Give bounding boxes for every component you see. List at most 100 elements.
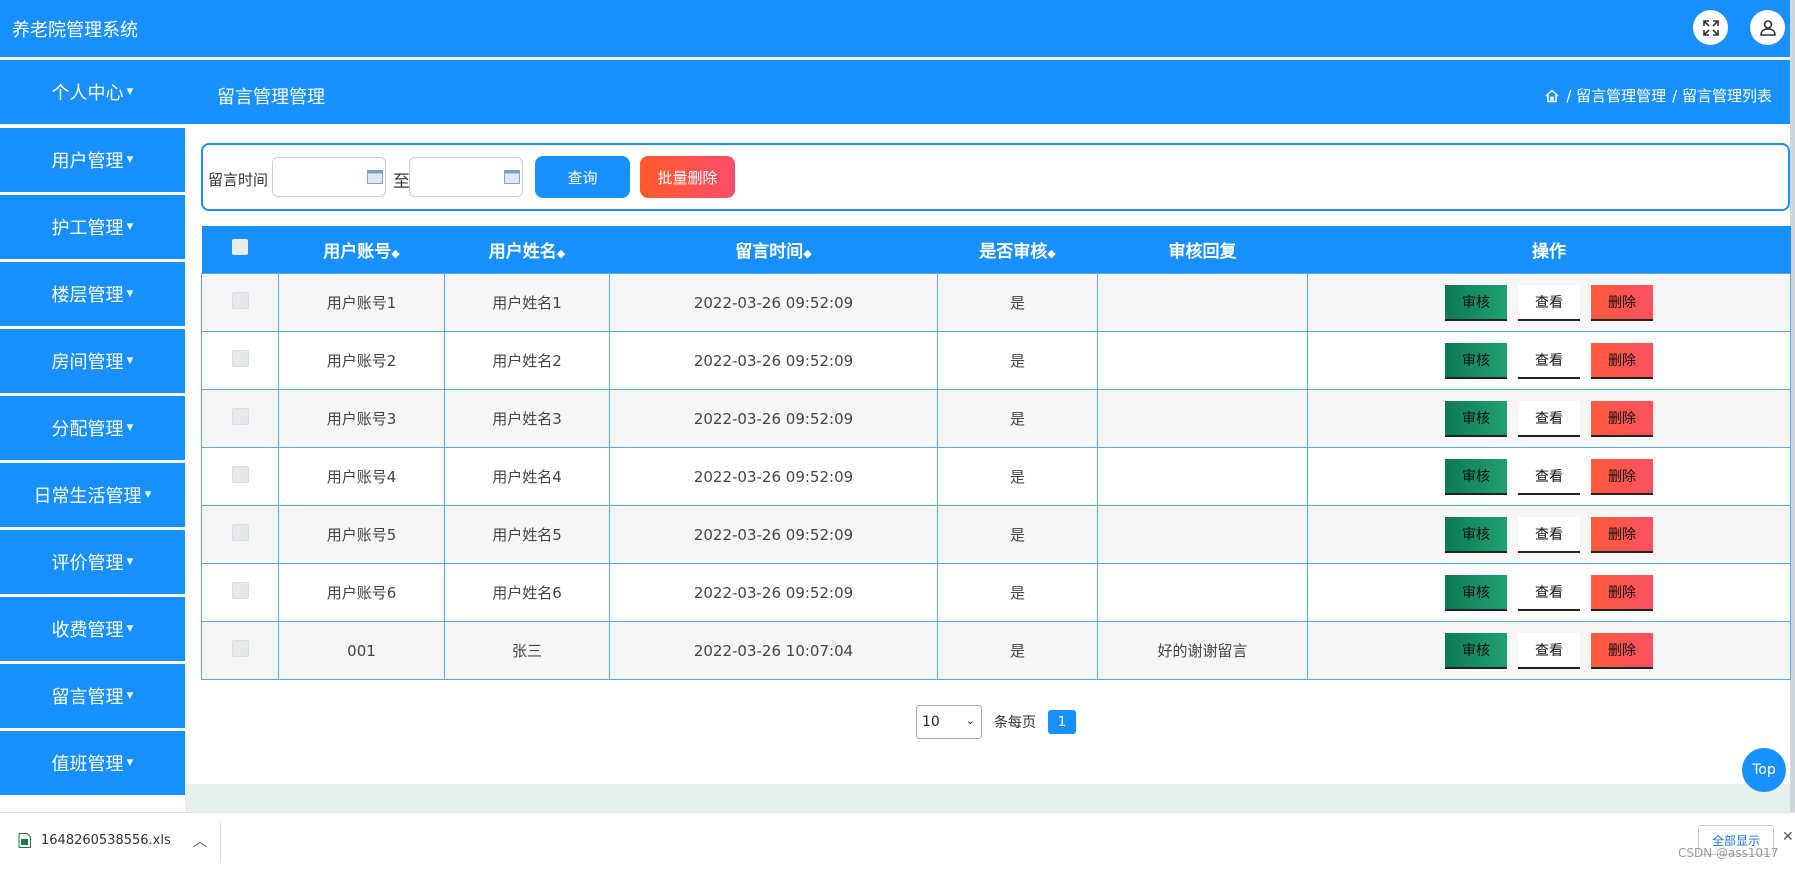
expand-icon bbox=[1702, 19, 1719, 36]
review-button[interactable]: 审核 bbox=[1445, 400, 1507, 437]
view-button[interactable]: 查看 bbox=[1518, 574, 1580, 611]
cell-time: 2022-03-26 09:52:09 bbox=[609, 447, 938, 506]
delete-button[interactable]: 删除 bbox=[1591, 342, 1653, 379]
user-icon bbox=[1759, 19, 1776, 36]
breadcrumb: / 留言管理管理 / 留言管理列表 bbox=[1544, 85, 1772, 106]
sidebar-item-fees[interactable]: 收费管理 ▼ bbox=[0, 597, 185, 661]
cell-account: 用户账号5 bbox=[278, 505, 445, 564]
view-button[interactable]: 查看 bbox=[1518, 342, 1580, 379]
fullscreen-button[interactable] bbox=[1693, 10, 1728, 45]
cell-reply: 好的谢谢留言 bbox=[1097, 621, 1308, 680]
back-to-top-button[interactable]: Top bbox=[1742, 748, 1786, 792]
cell-time: 2022-03-26 10:07:04 bbox=[609, 621, 938, 680]
caret-down-icon: ▼ bbox=[126, 691, 134, 701]
row-checkbox[interactable] bbox=[231, 524, 249, 541]
column-header-reviewed[interactable]: 是否审核◆ bbox=[937, 226, 1098, 274]
cell-reviewed: 是 bbox=[937, 447, 1098, 506]
breadcrumb-item[interactable]: / 留言管理管理 bbox=[1566, 85, 1666, 106]
caret-down-icon: ▼ bbox=[126, 222, 134, 232]
chevron-up-icon[interactable]: ︿ bbox=[193, 831, 207, 851]
row-checkbox[interactable] bbox=[231, 582, 249, 599]
delete-button[interactable]: 删除 bbox=[1591, 400, 1653, 437]
select-all-checkbox[interactable] bbox=[232, 239, 248, 255]
column-header-account[interactable]: 用户账号◆ bbox=[278, 226, 445, 274]
sidebar-item-label: 留言管理 bbox=[51, 687, 124, 708]
download-item[interactable]: 1648260538556.xls bbox=[18, 833, 171, 848]
row-checkbox[interactable] bbox=[231, 408, 249, 425]
divider bbox=[220, 821, 221, 861]
view-button[interactable]: 查看 bbox=[1518, 458, 1580, 495]
column-header-actions: 操作 bbox=[1307, 226, 1791, 274]
page-size-select[interactable]: 10 ⌄ bbox=[916, 705, 982, 739]
cell-account: 用户账号1 bbox=[278, 273, 445, 332]
sidebar-item-evaluation[interactable]: 评价管理 ▼ bbox=[0, 530, 185, 594]
review-button[interactable]: 审核 bbox=[1445, 342, 1507, 379]
sort-icon: ◆ bbox=[556, 247, 566, 260]
user-button[interactable] bbox=[1750, 10, 1785, 45]
sidebar-item-daily-life[interactable]: 日常生活管理 ▼ bbox=[0, 463, 185, 527]
review-button[interactable]: 审核 bbox=[1445, 632, 1507, 669]
sidebar-item-label: 楼层管理 bbox=[51, 285, 124, 306]
column-header-time[interactable]: 留言时间◆ bbox=[609, 226, 938, 274]
review-button[interactable]: 审核 bbox=[1445, 574, 1507, 611]
download-bar: 1648260538556.xls ︿ 全部显示 CSDN @ass1017 ✕ bbox=[0, 812, 1795, 869]
cell-reviewed: 是 bbox=[937, 621, 1098, 680]
calendar-icon bbox=[367, 170, 383, 184]
sidebar-item-messages[interactable]: 留言管理 ▼ bbox=[0, 664, 185, 728]
message-table: 用户账号◆ 用户姓名◆ 留言时间◆ 是否审核◆ 审核回复 操作 用户账号1 用户… bbox=[201, 226, 1791, 680]
cell-name: 用户姓名1 bbox=[444, 273, 610, 332]
view-button[interactable]: 查看 bbox=[1518, 516, 1580, 553]
sidebar-item-caregivers[interactable]: 护工管理 ▼ bbox=[0, 195, 185, 259]
cell-time: 2022-03-26 09:52:09 bbox=[609, 389, 938, 448]
caret-down-icon: ▼ bbox=[126, 87, 134, 97]
cell-name: 用户姓名3 bbox=[444, 389, 610, 448]
delete-button[interactable]: 删除 bbox=[1591, 284, 1653, 321]
delete-button[interactable]: 删除 bbox=[1591, 632, 1653, 669]
page-number-current[interactable]: 1 bbox=[1048, 710, 1076, 734]
cell-reply bbox=[1097, 389, 1308, 448]
sidebar-item-label: 值班管理 bbox=[51, 754, 124, 775]
view-button[interactable]: 查看 bbox=[1518, 632, 1580, 669]
cell-name: 用户姓名6 bbox=[444, 563, 610, 622]
search-panel: 留言时间 至 查询 批量删除 bbox=[201, 143, 1790, 211]
start-date-input[interactable] bbox=[272, 157, 386, 197]
review-button[interactable]: 审核 bbox=[1445, 284, 1507, 321]
close-icon[interactable]: ✕ bbox=[1782, 829, 1794, 845]
sidebar-item-assignment[interactable]: 分配管理 ▼ bbox=[0, 396, 185, 460]
caret-down-icon: ▼ bbox=[144, 490, 152, 500]
sort-icon: ◆ bbox=[1047, 247, 1056, 260]
sidebar-item-floors[interactable]: 楼层管理 ▼ bbox=[0, 262, 185, 326]
view-button[interactable]: 查看 bbox=[1518, 284, 1580, 321]
breadcrumb-item: / 留言管理列表 bbox=[1672, 87, 1772, 105]
sidebar-item-label: 房间管理 bbox=[51, 352, 124, 373]
end-date-input[interactable] bbox=[409, 157, 523, 197]
sidebar-item-personal-center[interactable]: 个人中心 ▼ bbox=[0, 60, 185, 124]
row-checkbox[interactable] bbox=[231, 292, 249, 309]
view-button[interactable]: 查看 bbox=[1518, 400, 1580, 437]
cell-account: 用户账号2 bbox=[278, 331, 445, 390]
page-size-value: 10 bbox=[922, 714, 940, 730]
sidebar-item-label: 评价管理 bbox=[51, 553, 124, 574]
sidebar-item-rooms[interactable]: 房间管理 ▼ bbox=[0, 329, 185, 393]
per-page-label: 条每页 bbox=[994, 715, 1036, 731]
review-button[interactable]: 审核 bbox=[1445, 458, 1507, 495]
cell-account: 001 bbox=[278, 621, 445, 680]
sidebar-item-label: 日常生活管理 bbox=[33, 486, 142, 507]
row-checkbox[interactable] bbox=[231, 350, 249, 367]
batch-delete-button[interactable]: 批量删除 bbox=[640, 156, 735, 198]
query-button[interactable]: 查询 bbox=[535, 156, 630, 198]
row-checkbox[interactable] bbox=[231, 466, 249, 483]
cell-time: 2022-03-26 09:52:09 bbox=[609, 331, 938, 390]
cell-time: 2022-03-26 09:52:09 bbox=[609, 563, 938, 622]
home-icon[interactable] bbox=[1544, 88, 1560, 104]
review-button[interactable]: 审核 bbox=[1445, 516, 1507, 553]
delete-button[interactable]: 删除 bbox=[1591, 458, 1653, 495]
sidebar-item-label: 用户管理 bbox=[51, 151, 124, 172]
sidebar-item-duty[interactable]: 值班管理 ▼ bbox=[0, 731, 185, 795]
delete-button[interactable]: 删除 bbox=[1591, 516, 1653, 553]
delete-button[interactable]: 删除 bbox=[1591, 574, 1653, 611]
sidebar-item-users[interactable]: 用户管理 ▼ bbox=[0, 128, 185, 192]
cell-name: 用户姓名2 bbox=[444, 331, 610, 390]
column-header-name[interactable]: 用户姓名◆ bbox=[444, 226, 610, 274]
row-checkbox[interactable] bbox=[231, 640, 249, 657]
